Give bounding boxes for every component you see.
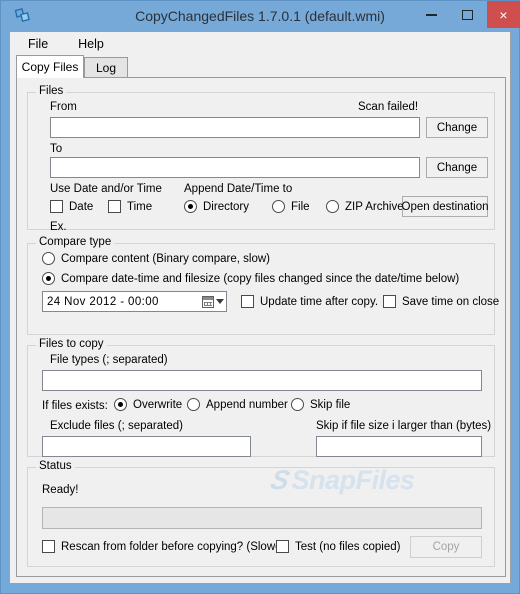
radio-skip-file[interactable]: Skip file	[291, 398, 350, 411]
test-checkbox-box	[276, 540, 289, 553]
exclude-files-label: Exclude files (; separated)	[50, 420, 183, 432]
minimize-button[interactable]	[415, 1, 448, 28]
rescan-checkbox[interactable]: Rescan from folder before copying? (Slow…	[42, 540, 289, 553]
from-label: From	[50, 101, 77, 113]
from-input[interactable]	[50, 117, 420, 138]
rescan-checkbox-box	[42, 540, 55, 553]
save-time-checkbox[interactable]: Save time on close	[383, 295, 499, 308]
date-checkbox-label: Date	[69, 200, 94, 213]
time-checkbox[interactable]: Time	[108, 200, 152, 213]
to-input[interactable]	[50, 157, 420, 178]
minimize-icon	[426, 13, 437, 16]
radio-compare-content[interactable]: Compare content (Binary compare, slow)	[42, 252, 270, 265]
save-time-checkbox-box	[383, 295, 396, 308]
file-types-label: File types (; separated)	[50, 354, 168, 366]
radio-append-zip-dot	[326, 200, 339, 213]
compare-type-group-title: Compare type	[36, 236, 115, 248]
tab-copy-files[interactable]: Copy Files	[16, 55, 84, 78]
radio-compare-datetime-label: Compare date-time and filesize (copy fil…	[61, 272, 460, 285]
exclude-files-input[interactable]	[42, 436, 251, 457]
radio-compare-content-label: Compare content (Binary compare, slow)	[61, 252, 270, 265]
radio-append-directory[interactable]: Directory	[184, 200, 249, 213]
tab-page-copy-files: Files From Scan failed! Change To Change…	[16, 77, 506, 577]
date-checkbox-box	[50, 200, 63, 213]
menu-item-file[interactable]: File	[26, 35, 50, 53]
close-icon: ×	[499, 6, 508, 23]
radio-append-number[interactable]: Append number	[187, 398, 288, 411]
update-time-checkbox-label: Update time after copy.	[260, 295, 379, 308]
chevron-down-icon	[216, 299, 224, 304]
client-area: File Help Copy Files Log Files From Scan…	[9, 32, 511, 584]
radio-append-zip-label: ZIP Archive	[345, 200, 404, 213]
append-label: Append Date/Time to	[184, 183, 293, 195]
radio-overwrite[interactable]: Overwrite	[114, 398, 182, 411]
progress-bar	[42, 507, 482, 529]
radio-append-zip[interactable]: ZIP Archive	[326, 200, 404, 213]
radio-skip-file-label: Skip file	[310, 398, 351, 411]
title-bar[interactable]: CopyChangedFiles 1.7.0.1 (default.wmi) ×	[1, 1, 520, 32]
to-change-button[interactable]: Change	[426, 157, 488, 178]
update-time-checkbox-box	[241, 295, 254, 308]
datetime-picker-dropdown[interactable]	[194, 294, 224, 309]
maximize-button[interactable]	[451, 1, 484, 28]
radio-append-file-dot	[272, 200, 285, 213]
radio-append-number-dot	[187, 398, 200, 411]
snapfiles-watermark-mark: S	[267, 465, 292, 495]
skip-size-input[interactable]	[316, 436, 482, 457]
use-date-time-label: Use Date and/or Time	[50, 183, 162, 195]
file-types-input[interactable]	[42, 370, 482, 391]
compare-type-group: Compare type Compare content (Binary com…	[27, 236, 499, 335]
radio-overwrite-label: Overwrite	[133, 398, 183, 411]
radio-compare-datetime[interactable]: Compare date-time and filesize (copy fil…	[42, 272, 459, 285]
status-group-title: Status	[36, 460, 75, 472]
rescan-checkbox-label: Rescan from folder before copying? (Slow…	[61, 540, 290, 553]
from-change-button[interactable]: Change	[426, 117, 488, 138]
radio-compare-content-dot	[42, 252, 55, 265]
time-checkbox-label: Time	[127, 200, 153, 213]
close-button[interactable]: ×	[487, 1, 520, 28]
radio-append-file[interactable]: File	[272, 200, 310, 213]
example-label: Ex.	[50, 221, 67, 233]
tab-log[interactable]: Log	[84, 57, 128, 77]
date-checkbox[interactable]: Date	[50, 200, 93, 213]
radio-append-file-label: File	[291, 200, 310, 213]
skip-size-label: Skip if file size i larger than (bytes)	[316, 420, 492, 432]
datetime-picker-value: 24 Nov 2012 - 00:00	[47, 295, 159, 308]
snapfiles-watermark: SSnapFiles	[267, 465, 416, 496]
tab-strip: Copy Files Log	[16, 55, 506, 78]
calendar-icon	[202, 295, 214, 308]
radio-skip-file-dot	[291, 398, 304, 411]
status-text: Ready!	[42, 484, 79, 496]
snapfiles-watermark-text: SnapFiles	[291, 465, 416, 495]
radio-append-directory-dot	[184, 200, 197, 213]
copy-button[interactable]: Copy	[410, 536, 482, 558]
files-group: Files From Scan failed! Change To Change…	[27, 85, 495, 233]
test-checkbox[interactable]: Test (no files copied)	[276, 540, 400, 553]
test-checkbox-label: Test (no files copied)	[295, 540, 401, 553]
menu-bar: File Help	[10, 32, 510, 55]
radio-compare-datetime-dot	[42, 272, 55, 285]
save-time-checkbox-label: Save time on close	[402, 295, 500, 308]
to-label: To	[50, 143, 63, 155]
files-group-title: Files	[36, 85, 67, 97]
update-time-checkbox[interactable]: Update time after copy.	[241, 295, 378, 308]
files-to-copy-group: Files to copy File types (; separated) I…	[27, 338, 495, 457]
maximize-icon	[462, 9, 473, 20]
radio-append-directory-label: Directory	[203, 200, 250, 213]
scan-status-label: Scan failed!	[358, 101, 419, 113]
datetime-picker[interactable]: 24 Nov 2012 - 00:00	[42, 291, 227, 312]
open-destination-button[interactable]: Open destination	[402, 196, 488, 217]
files-to-copy-group-title: Files to copy	[36, 338, 107, 350]
menu-item-help[interactable]: Help	[76, 35, 106, 53]
radio-append-number-label: Append number	[206, 398, 288, 411]
radio-overwrite-dot	[114, 398, 127, 411]
time-checkbox-box	[108, 200, 121, 213]
application-window: CopyChangedFiles 1.7.0.1 (default.wmi) ×…	[0, 0, 520, 594]
if-exists-label: If files exists:	[42, 400, 108, 412]
status-group: Status SSnapFiles Ready! Rescan from fol…	[27, 460, 495, 567]
